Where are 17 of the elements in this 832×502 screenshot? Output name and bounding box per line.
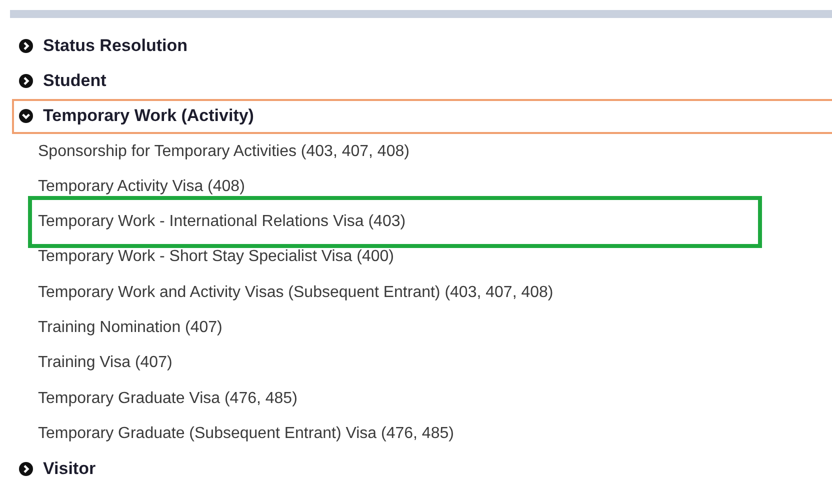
chevron-down-icon[interactable] <box>19 109 33 124</box>
visa-link[interactable]: Training Visa (407) <box>38 355 172 372</box>
category-label[interactable]: Visitor <box>43 456 96 482</box>
visa-link[interactable]: Temporary Work - Short Stay Specialist Visa (400) <box>38 249 394 266</box>
category-label[interactable]: Student <box>43 68 106 94</box>
chevron-right-icon[interactable] <box>19 38 33 53</box>
chevron-right-icon[interactable] <box>19 462 33 476</box>
category-label[interactable]: Temporary Work (Activity) <box>43 103 254 129</box>
visa-link[interactable]: Temporary Graduate Visa (476, 485) <box>38 390 298 407</box>
visa-link[interactable]: Temporary Activity Visa (408) <box>38 178 245 195</box>
visa-link[interactable]: Temporary Work - International Relations Visa (403) <box>38 214 406 230</box>
visa-link[interactable]: Temporary Work and Activity Visas (Subsequent Entrant) (403, 407, 408) <box>38 284 554 301</box>
visa-link[interactable]: Training Nomination (407) <box>38 320 222 336</box>
category-label[interactable]: Status Resolution <box>43 32 188 58</box>
visa-link[interactable]: Sponsorship for Temporary Activities (403, 407, 408) <box>38 144 410 160</box>
visa-link[interactable]: Temporary Graduate (Subsequent Entrant) Visa (476, 485) <box>38 426 454 442</box>
chevron-right-icon[interactable] <box>19 74 33 88</box>
